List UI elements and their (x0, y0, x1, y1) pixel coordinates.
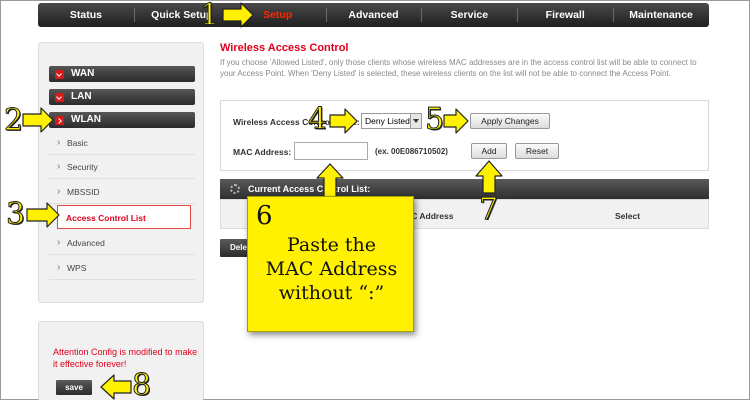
mac-address-input[interactable] (294, 142, 368, 160)
expand-icon (55, 70, 64, 79)
nav-advanced[interactable]: Advanced (325, 3, 422, 27)
gear-icon (230, 184, 240, 194)
chevron-right-icon: › (57, 161, 61, 172)
chevron-right-icon: › (57, 237, 61, 248)
chevron-right-icon: › (57, 186, 61, 197)
attention-text: Attention Config is modified to make it … (53, 347, 198, 369)
step-number-3: 3 (5, 197, 26, 232)
nav-setup[interactable]: Setup (229, 3, 326, 27)
mac-example-text: (ex. 00E086710502) (375, 147, 448, 156)
mode-select[interactable]: Deny Listed (361, 113, 422, 129)
add-button[interactable]: Add (471, 143, 507, 159)
expand-icon (55, 93, 64, 102)
step-number-7: 7 (478, 192, 499, 227)
nav-status[interactable]: Status (38, 3, 134, 27)
sidebar-item-label: MBSSID (67, 187, 100, 197)
sidebar-item-access-control-list[interactable]: Access Control List (57, 205, 191, 229)
page-description: If you choose 'Allowed Listed', only tho… (220, 58, 697, 78)
step-number-6: 6 (256, 201, 273, 231)
mode-label: Wireless Access Control Mode: (233, 117, 360, 127)
sidebar-item-security[interactable]: › Security (49, 155, 195, 179)
sidebar-group-label: WLAN (71, 114, 101, 125)
attention-box: Attention Config is modified to make it … (38, 321, 204, 400)
collapse-icon (55, 116, 64, 125)
nav-service[interactable]: Service (421, 3, 517, 27)
callout-text: Paste the MAC Address without “:” (265, 234, 398, 304)
step-number-8: 8 (131, 368, 152, 400)
save-button[interactable]: save (56, 380, 92, 395)
instruction-callout: 6 Paste the MAC Address without “:” (247, 196, 414, 332)
sidebar-item-wps[interactable]: › WPS (49, 256, 195, 280)
chevron-right-icon: › (57, 262, 61, 273)
step-number-5: 5 (424, 102, 445, 137)
sidebar-item-advanced[interactable]: › Advanced (49, 231, 195, 255)
mode-select-value: Deny Listed (365, 116, 410, 126)
sidebar-item-mbssid[interactable]: › MBSSID (49, 180, 195, 204)
sidebar-group-wlan[interactable]: WLAN (49, 112, 195, 128)
sidebar-item-label: Access Control List (66, 213, 146, 223)
apply-changes-button[interactable]: Apply Changes (470, 113, 550, 129)
access-control-form (220, 100, 709, 171)
nav-maintenance[interactable]: Maintenance (613, 3, 709, 27)
sidebar-group-label: WAN (71, 68, 95, 79)
sidebar-item-label: Basic (67, 138, 88, 148)
page-title: Wireless Access Control (220, 42, 349, 54)
sidebar-group-lan[interactable]: LAN (49, 89, 195, 105)
column-select: Select (615, 211, 641, 221)
chevron-right-icon: › (57, 137, 61, 148)
top-nav: Status Quick Setup Setup Advanced Servic… (38, 3, 709, 27)
mac-address-label: MAC Address: (233, 147, 292, 157)
chevron-down-icon (410, 114, 421, 128)
sidebar-group-wan[interactable]: WAN (49, 66, 195, 82)
step-number-4: 4 (307, 102, 328, 137)
access-list-title: Current Access Control List: (248, 184, 371, 194)
sidebar-item-basic[interactable]: › Basic (49, 131, 195, 155)
sidebar-item-label: Advanced (67, 238, 105, 248)
step-number-1: 1 (199, 0, 220, 33)
sidebar-item-label: WPS (67, 263, 87, 273)
sidebar: WAN LAN WLAN › Basic › Security › MBSSID… (38, 42, 204, 303)
nav-firewall[interactable]: Firewall (517, 3, 613, 27)
sidebar-group-label: LAN (71, 91, 92, 102)
reset-button[interactable]: Reset (515, 143, 559, 159)
step-number-2: 2 (3, 103, 24, 138)
sidebar-item-label: Security (67, 162, 98, 172)
